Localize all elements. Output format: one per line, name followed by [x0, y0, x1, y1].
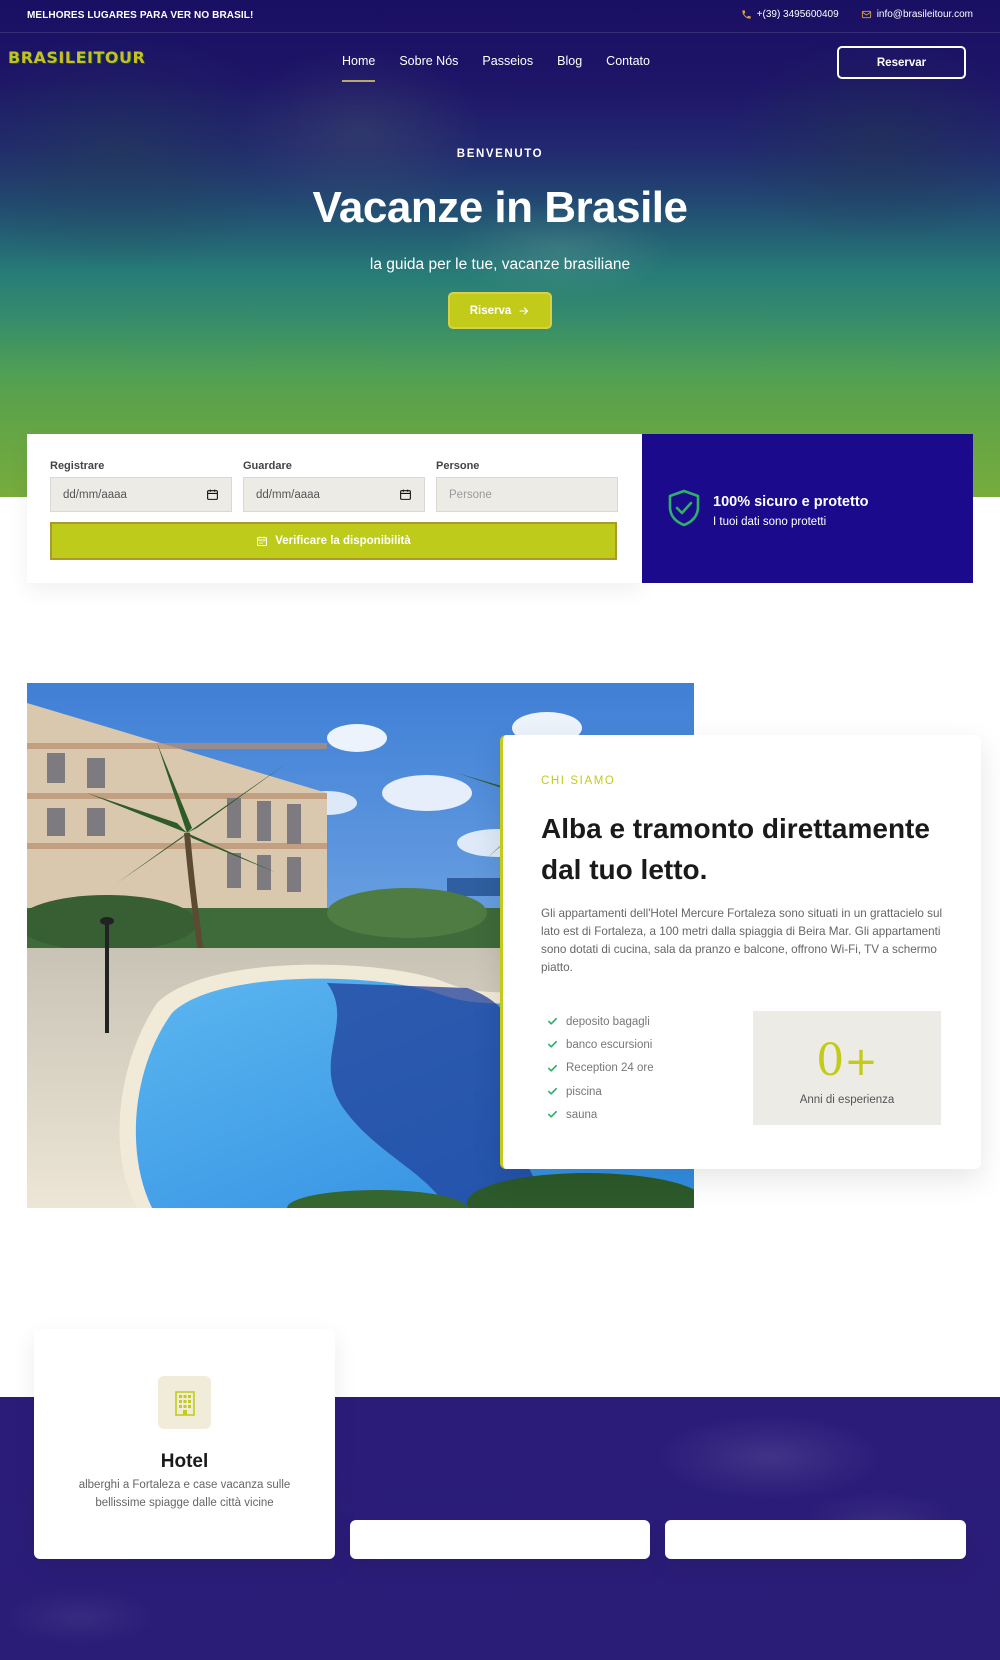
main-nav: Home Sobre Nós Passeios Blog Contato — [342, 54, 650, 82]
service-description: alberghi a Fortaleza e case vacanza sull… — [78, 1479, 291, 1509]
check-icon — [548, 1064, 557, 1072]
nav-blog[interactable]: Blog — [557, 54, 582, 72]
nav-home[interactable]: Home — [342, 54, 376, 82]
service-card[interactable] — [350, 1520, 650, 1559]
nav-contato[interactable]: Contato — [606, 54, 650, 72]
check-icon — [548, 1111, 557, 1118]
hero-subtitle: la guida per le tue, vacanze brasiliane — [369, 256, 631, 273]
hero-eyebrow: BENVENUTO — [456, 148, 544, 160]
about-title: Alba e tramonto direttamente dal tuo let… — [541, 813, 930, 885]
check-availability-label: Verificare la disponibilità — [275, 535, 411, 547]
riserva-label: Riserva — [469, 304, 512, 317]
checkout-label: Guardare — [243, 460, 292, 472]
calendar-icon[interactable] — [206, 488, 219, 501]
shield-check-icon — [668, 489, 700, 527]
persons-label: Persone — [436, 460, 480, 472]
top-bar-tagline: MELHORES LUGARES PARA VER NO BRASIL! — [27, 10, 254, 21]
amenity-label: deposito bagagli — [566, 1015, 650, 1028]
list-item: sauna — [547, 1103, 654, 1126]
list-item: deposito bagagli — [547, 1010, 654, 1033]
checkout-field: Guardare dd/mm/aaaa — [243, 460, 425, 512]
top-bar: MELHORES LUGARES PARA VER NO BRASIL! +(3… — [0, 0, 1000, 33]
service-title: Hotel — [160, 1451, 209, 1472]
mail-icon — [861, 10, 871, 19]
building-icon — [174, 1390, 195, 1416]
experience-suffix: + — [844, 1039, 878, 1085]
check-icon — [548, 1018, 557, 1025]
nav-sobre-nos[interactable]: Sobre Nós — [399, 54, 458, 72]
booking-form: Registrare dd/mm/aaaa Guardare dd/mm/aaa… — [27, 434, 642, 583]
secure-subtitle: I tuoi dati sono protetti — [713, 516, 827, 528]
checkin-label: Registrare — [50, 460, 105, 472]
amenity-label: sauna — [566, 1108, 598, 1121]
phone-icon — [742, 10, 751, 19]
list-item: Reception 24 ore — [547, 1057, 654, 1080]
persons-input[interactable]: Persone — [436, 477, 618, 512]
checkin-field: Registrare dd/mm/aaaa — [50, 460, 232, 512]
top-bar-contacts: +(39) 3495600409 info@brasileitour.com — [741, 9, 973, 20]
amenity-label: piscina — [566, 1085, 602, 1098]
hero-title: Vacanze in Brasile — [312, 183, 689, 232]
amenity-label: banco escursioni — [566, 1038, 653, 1051]
calendar-icon — [257, 536, 268, 546]
amenities-list: deposito bagagli banco escursioni Recept… — [547, 1010, 654, 1126]
phone-text: +(39) 3495600409 — [756, 9, 839, 20]
reservar-button[interactable]: Reservar — [837, 46, 966, 79]
secure-banner: 100% sicuro e protetto I tuoi dati sono … — [642, 434, 973, 583]
check-icon — [548, 1087, 557, 1095]
hotel-icon — [158, 1376, 211, 1429]
amenity-label: Reception 24 ore — [566, 1062, 654, 1075]
experience-number: 0 — [816, 1035, 845, 1086]
check-availability-button[interactable]: Verificare la disponibilità — [50, 522, 617, 560]
checkin-input[interactable]: dd/mm/aaaa — [50, 477, 232, 512]
check-icon — [548, 1041, 557, 1049]
about-body: Gli appartamenti dell'Hotel Mercure Fort… — [541, 907, 943, 974]
hero-section: MELHORES LUGARES PARA VER NO BRASIL! +(3… — [0, 0, 1000, 497]
arrow-right-icon — [519, 306, 529, 315]
checkout-input[interactable]: dd/mm/aaaa — [243, 477, 425, 512]
about-eyebrow: CHI SIAMO — [541, 775, 616, 787]
site-logo[interactable]: BRASILEITOUR — [8, 48, 145, 67]
phone-contact[interactable]: +(39) 3495600409 — [741, 9, 839, 20]
riserva-button[interactable]: Riserva — [448, 292, 552, 329]
about-card: CHI SIAMO Alba e tramonto direttamente d… — [500, 735, 981, 1169]
nav-passeios[interactable]: Passeios — [482, 54, 533, 72]
persons-field: Persone Persone — [436, 460, 618, 512]
experience-counter: 0+ — [753, 1039, 941, 1085]
service-card-hotel[interactable]: Hotel alberghi a Fortaleza e case vacanz… — [34, 1329, 335, 1559]
secure-title: 100% sicuro e protetto — [713, 494, 869, 510]
checkin-value: dd/mm/aaaa — [63, 488, 127, 501]
experience-box: 0+ Anni di esperienza — [753, 1011, 941, 1125]
calendar-icon[interactable] — [399, 488, 412, 501]
email-text: info@brasileitour.com — [876, 9, 973, 20]
checkout-value: dd/mm/aaaa — [256, 488, 320, 501]
persons-placeholder: Persone — [449, 488, 492, 501]
email-contact[interactable]: info@brasileitour.com — [861, 9, 973, 20]
service-card[interactable] — [665, 1520, 966, 1559]
list-item: banco escursioni — [547, 1033, 654, 1056]
experience-label: Anni di esperienza — [799, 1094, 895, 1106]
list-item: piscina — [547, 1080, 654, 1103]
